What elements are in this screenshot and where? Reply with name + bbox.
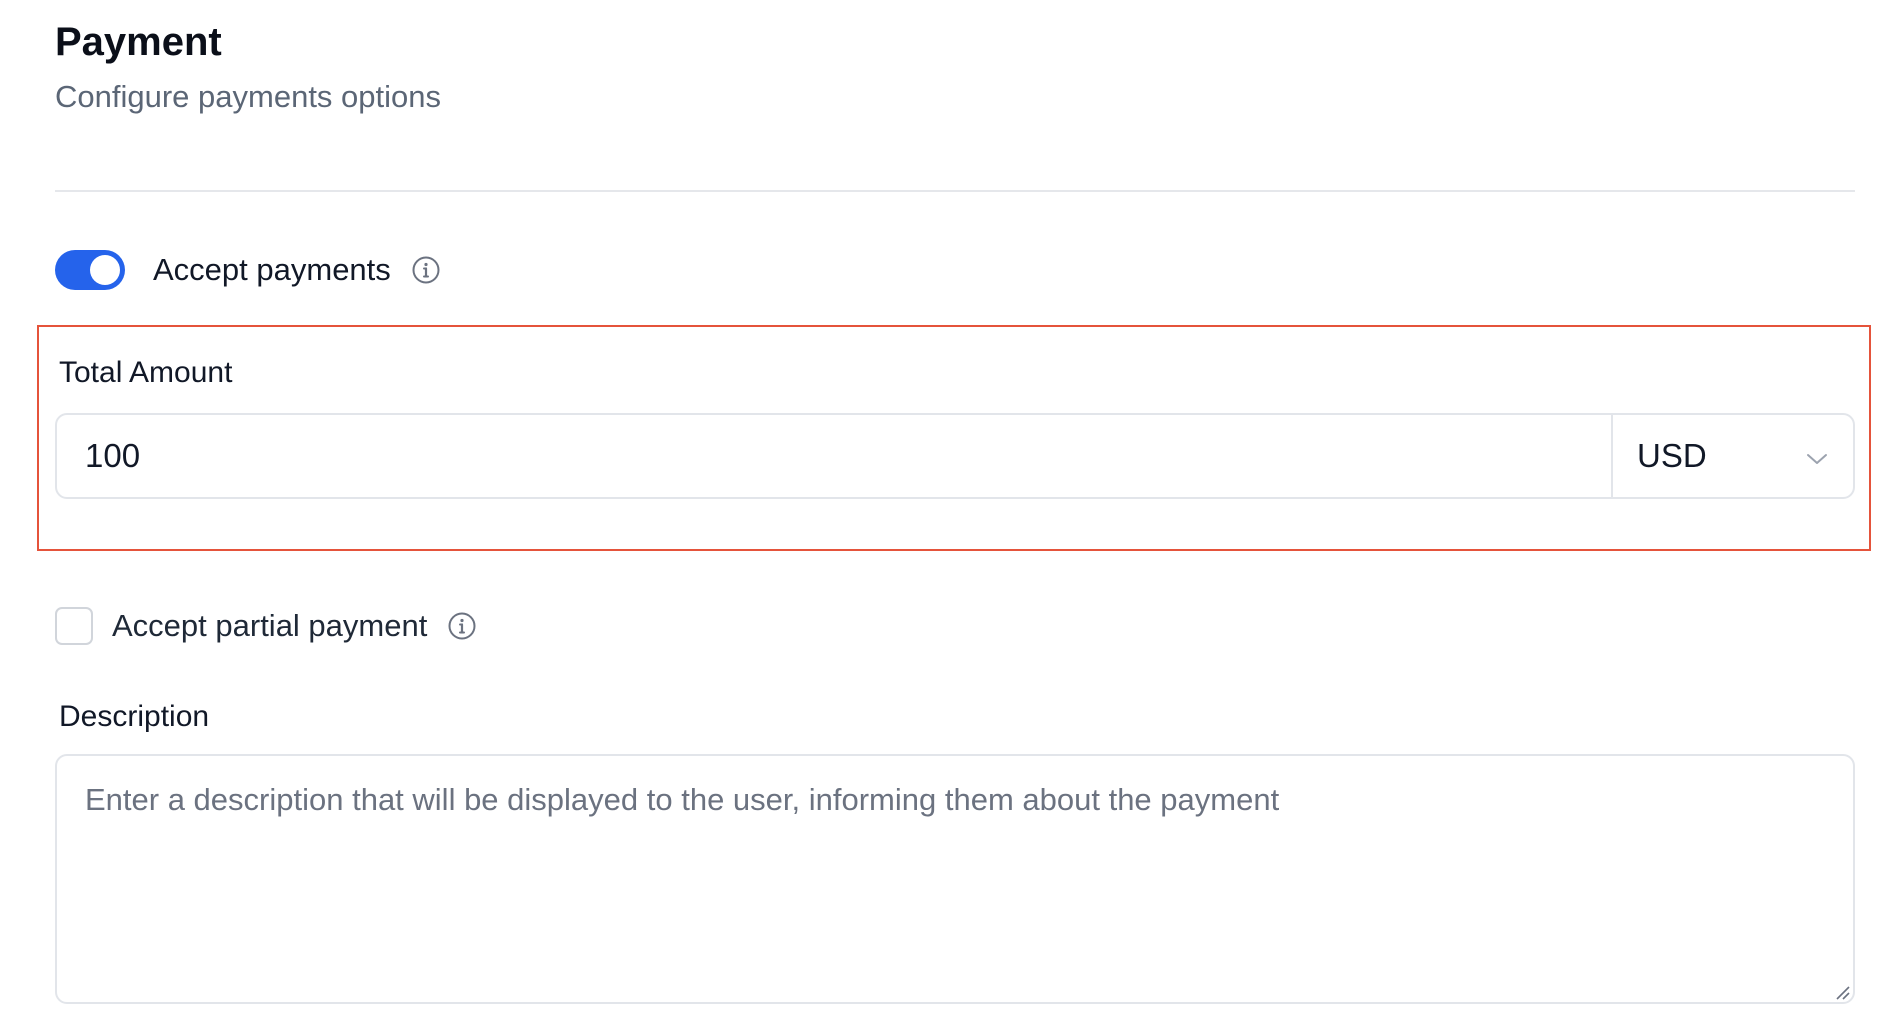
resize-handle-icon[interactable] xyxy=(1834,984,1850,1000)
payment-settings-panel: Payment Configure payments options Accep… xyxy=(0,0,1886,1028)
total-amount-label: Total Amount xyxy=(59,356,233,389)
currency-select[interactable]: USD xyxy=(1611,415,1853,497)
currency-value: USD xyxy=(1637,437,1707,474)
description-label: Description xyxy=(59,700,210,733)
partial-payment-label: Accept partial payment xyxy=(112,608,428,643)
total-amount-field-group: USD xyxy=(55,413,1855,499)
accept-payments-row: Accept payments xyxy=(55,248,441,292)
info-icon[interactable] xyxy=(447,611,477,641)
info-icon[interactable] xyxy=(411,255,441,285)
partial-payment-row: Accept partial payment xyxy=(55,604,477,648)
chevron-down-icon xyxy=(1805,437,1829,475)
section-divider xyxy=(55,190,1855,192)
description-textarea[interactable] xyxy=(55,754,1855,1004)
page-subtitle: Configure payments options xyxy=(55,79,442,114)
page-title: Payment xyxy=(55,20,222,64)
accept-payments-label: Accept payments xyxy=(153,252,391,287)
toggle-knob xyxy=(90,255,120,285)
accept-payments-toggle[interactable] xyxy=(55,250,125,290)
partial-payment-checkbox[interactable] xyxy=(55,607,93,645)
total-amount-input[interactable] xyxy=(57,415,1611,497)
